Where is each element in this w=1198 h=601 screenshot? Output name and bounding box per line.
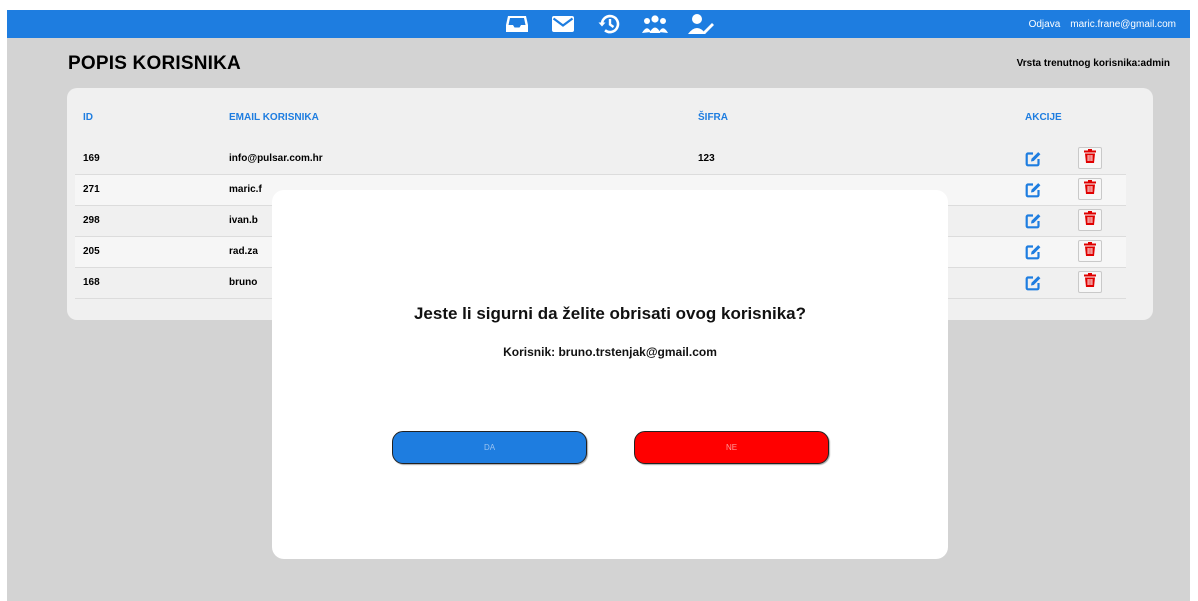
page-title: POPIS KORISNIKA: [68, 53, 241, 74]
cell-email: rad.za: [229, 246, 258, 257]
delete-confirmation-modal: Jeste li sigurni da želite obrisati ovog…: [272, 190, 948, 559]
cell-id: 205: [83, 246, 100, 257]
confirm-no-button[interactable]: NE: [634, 431, 829, 464]
user-edit-icon[interactable]: [685, 12, 717, 36]
edit-icon[interactable]: [1025, 182, 1041, 198]
top-navbar: Odjava maric.frane@gmail.com: [7, 10, 1190, 38]
delete-button[interactable]: [1078, 271, 1102, 293]
column-header-email: EMAIL KORISNIKA: [229, 112, 319, 123]
mail-icon[interactable]: [547, 12, 579, 36]
delete-button[interactable]: [1078, 240, 1102, 262]
cell-id: 271: [83, 184, 100, 195]
cell-email: maric.f: [229, 184, 262, 195]
delete-button[interactable]: [1078, 147, 1102, 169]
delete-button[interactable]: [1078, 178, 1102, 200]
trash-icon: [1084, 148, 1096, 168]
cell-id: 168: [83, 277, 100, 288]
modal-subtitle: Korisnik: bruno.trstenjak@gmail.com: [503, 345, 717, 359]
edit-icon[interactable]: [1025, 244, 1041, 260]
table-header: ID EMAIL KORISNIKA ŠIFRA AKCIJE: [67, 88, 1153, 148]
history-icon[interactable]: [593, 12, 625, 36]
trash-icon: [1084, 241, 1096, 261]
cell-email: bruno: [229, 277, 258, 288]
column-header-id: ID: [83, 112, 93, 123]
edit-icon[interactable]: [1025, 213, 1041, 229]
trash-icon: [1084, 210, 1096, 230]
current-user-email: maric.frane@gmail.com: [1070, 18, 1176, 30]
edit-icon[interactable]: [1025, 275, 1041, 291]
modal-title: Jeste li sigurni da želite obrisati ovog…: [413, 304, 807, 323]
inbox-icon[interactable]: [501, 12, 533, 36]
user-type-label: Vrsta trenutnog korisnika:admin: [1016, 58, 1170, 69]
cell-password: 123: [698, 153, 715, 164]
confirm-yes-button[interactable]: DA: [392, 431, 587, 464]
trash-icon: [1084, 179, 1096, 199]
cell-id: 298: [83, 215, 100, 226]
users-icon[interactable]: [639, 12, 671, 36]
cell-id: 169: [83, 153, 100, 164]
top-right-links: Odjava maric.frane@gmail.com: [1029, 10, 1176, 38]
trash-icon: [1084, 272, 1096, 292]
nav-icon-group: [501, 10, 717, 38]
edit-icon[interactable]: [1025, 151, 1041, 167]
logout-link[interactable]: Odjava: [1029, 19, 1061, 30]
cell-email: info@pulsar.com.hr: [229, 153, 323, 164]
cell-email: ivan.b: [229, 215, 258, 226]
delete-button[interactable]: [1078, 209, 1102, 231]
app-window: Odjava maric.frane@gmail.com POPIS KORIS…: [7, 10, 1190, 601]
column-header-actions: AKCIJE: [1025, 112, 1062, 123]
table-row: 169 info@pulsar.com.hr 123: [75, 144, 1126, 175]
column-header-password: ŠIFRA: [698, 112, 728, 123]
